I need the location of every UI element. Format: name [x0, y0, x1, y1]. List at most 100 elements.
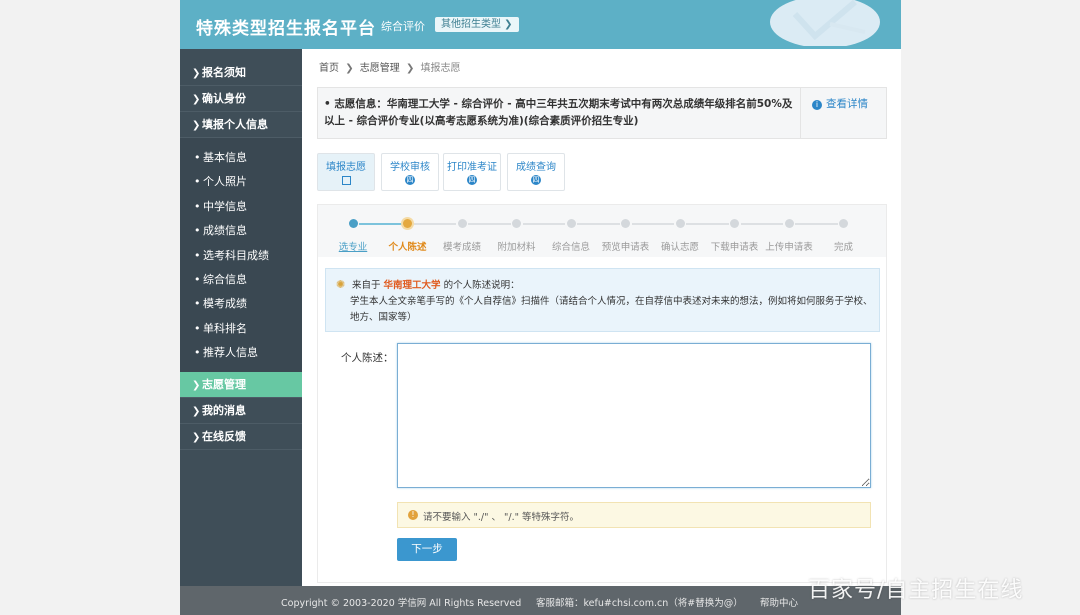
sidebar-subitem-comprehensive[interactable]: • 综合信息 — [180, 268, 302, 292]
sidebar: ❯ 报名须知 ❯ 确认身份 ❯ 填报个人信息 • 基本信息 • 个人照片 • 中学信息 • 成… — [180, 49, 302, 586]
warning-text: 请不要输入 "./" 、 "/." 等特殊字符。 — [423, 512, 579, 523]
chevron-right-icon: ❯ — [192, 431, 201, 443]
header-decoration — [770, 0, 880, 46]
step-label: 下载申请表 — [710, 242, 759, 253]
tab-label: 打印准考证 — [447, 162, 497, 173]
square-icon — [341, 176, 351, 185]
sidebar-item-label: 填报个人信息 — [202, 118, 268, 131]
personal-statement-label: 个人陈述： — [341, 352, 394, 364]
personal-statement-input[interactable] — [397, 343, 871, 488]
main-content: 首页 ❯ 志愿管理 ❯ 填报志愿 • 志愿信息：华南理工大学 - 综合评价 - … — [302, 49, 901, 586]
step-dot — [348, 219, 358, 228]
other-type-button[interactable]: 其他招生类型 ❯ — [435, 17, 519, 32]
sidebar-subitem-label: 单科排名 — [203, 321, 247, 335]
step-connector — [468, 223, 511, 225]
step-dot — [403, 219, 412, 228]
step-dot — [512, 219, 521, 228]
hint-university: 华南理工大学 — [383, 280, 441, 291]
chevron-right-icon: ❯ — [192, 94, 201, 105]
step-dot — [784, 219, 794, 228]
step-label: 预览申请表 — [601, 242, 650, 253]
sidebar-item-notice[interactable]: ❯ 报名须知 — [180, 60, 302, 86]
tab-school-review[interactable]: 学校审核 四 — [381, 153, 439, 191]
sidebar-item-messages[interactable]: ❯ 我的消息 — [180, 398, 302, 424]
sidebar-item-confirm-identity[interactable]: ❯ 确认身份 — [180, 86, 302, 112]
step-dot — [621, 219, 630, 228]
sidebar-subitem-label: 选考科目成绩 — [203, 248, 269, 262]
chevron-right-icon: ❯ — [192, 405, 201, 417]
sidebar-subitem-referrer[interactable]: • 推荐人信息 — [180, 341, 302, 365]
sidebar-subitem-basic-info[interactable]: • 基本信息 — [180, 146, 302, 170]
info-icon: i — [812, 100, 822, 110]
tab-score-query[interactable]: 成绩查询 四 — [507, 153, 565, 191]
step-connector — [795, 223, 838, 225]
sidebar-item-label: 志愿管理 — [202, 377, 246, 391]
step-dot — [675, 219, 685, 228]
step-label: 个人陈述 — [388, 242, 427, 253]
page-frame: 特殊类型招生报名平台 综合评价 其他招生类型 ❯ ❯ 报名须知 ❯ 确认身份 ❯ 填报… — [180, 0, 901, 615]
sidebar-bottom-group: ❯ 志愿管理 ❯ 我的消息 ❯ 在线反馈 — [180, 371, 302, 450]
statement-hint: ✺ 来自于 华南理工大学 的个人陈述说明： 学生本人全文亲笔手写的《个人自荐信》… — [325, 268, 880, 332]
bullet-icon: • — [194, 175, 201, 189]
warning-icon: ! — [408, 510, 418, 520]
step-connector — [740, 223, 783, 225]
breadcrumb-home[interactable]: 首页 — [319, 63, 339, 74]
sidebar-subitem-mock-exam[interactable]: • 模考成绩 — [180, 292, 302, 316]
chevron-right-icon: ❯ — [192, 120, 201, 131]
step-label[interactable]: 选专业 — [339, 239, 368, 253]
hint-suffix: 的个人陈述说明： — [443, 280, 520, 291]
sidebar-item-label: 确认身份 — [202, 92, 246, 105]
chevron-right-icon: ❯ — [192, 68, 201, 79]
hint-prefix: 来自于 — [352, 280, 381, 291]
header-subtitle: 综合评价 — [381, 20, 425, 33]
tab-print-admission[interactable]: 打印准考证 四 — [443, 153, 501, 191]
step-connector — [359, 223, 402, 225]
hint-title: 来自于 华南理工大学 的个人陈述说明： — [352, 277, 520, 291]
step-connector — [686, 223, 729, 225]
sidebar-subitem-label: 综合信息 — [203, 272, 247, 286]
step-dot — [730, 219, 739, 228]
sidebar-subitem-label: 中学信息 — [203, 199, 247, 213]
step-connector — [631, 223, 674, 225]
step-connector — [522, 223, 565, 225]
progress-steps: 选专业 个人陈述 模考成绩 附加材料 综合信息 预览申请表 确认志愿 下载申请表 上传申请表 完成 — [318, 205, 886, 257]
chevron-right-icon: ❯ — [192, 379, 201, 391]
breadcrumb-application-manage[interactable]: 志愿管理 — [360, 63, 400, 74]
step-label: 附加材料 — [497, 242, 536, 253]
sidebar-subnav: • 基本信息 • 个人照片 • 中学信息 • 成绩信息 • 选考科目成绩 • 综合信息 • 模… — [180, 138, 302, 372]
bullet-icon: • — [194, 272, 201, 286]
sidebar-item-label: 报名须知 — [202, 66, 246, 79]
bullet-icon: • — [194, 297, 201, 311]
footer: Copyright © 2003-2020 学信网 All Rights Res… — [180, 586, 901, 615]
footer-help-link[interactable]: 帮助中心 — [760, 595, 798, 609]
sidebar-item-personal-info[interactable]: ❯ 填报个人信息 — [180, 112, 302, 138]
step-dot — [839, 219, 848, 228]
tab-label: 成绩查询 — [516, 162, 556, 173]
view-details-label: 查看详情 — [826, 98, 868, 110]
status-badge-icon: 四 — [531, 175, 541, 185]
chevron-right-icon: ❯ — [405, 63, 415, 74]
site-title: 特殊类型招生报名平台 — [196, 19, 376, 39]
sidebar-subitem-elective-grades[interactable]: • 选考科目成绩 — [180, 244, 302, 268]
status-badge-icon: 四 — [405, 175, 415, 185]
sidebar-subitem-school[interactable]: • 中学信息 — [180, 195, 302, 219]
step-label: 上传申请表 — [765, 242, 813, 253]
application-info-value: 志愿信息：华南理工大学 - 综合评价 - 高中三年共五次期末考试中有两次总成绩年… — [324, 98, 793, 127]
sidebar-subitem-subject-rank[interactable]: • 单科排名 — [180, 317, 302, 341]
sidebar-subitem-label: 模考成绩 — [203, 297, 247, 311]
sidebar-item-feedback[interactable]: ❯ 在线反馈 — [180, 424, 302, 450]
step-connector — [413, 223, 456, 225]
tab-label: 学校审核 — [390, 162, 430, 173]
sidebar-subitem-grades[interactable]: • 成绩信息 — [180, 219, 302, 243]
site-header: 特殊类型招生报名平台 综合评价 其他招生类型 ❯ — [180, 0, 901, 49]
sidebar-subitem-photo[interactable]: • 个人照片 — [180, 170, 302, 194]
next-step-button[interactable]: 下一步 — [397, 538, 457, 561]
tab-fill-application[interactable]: 填报志愿 — [317, 153, 375, 191]
sidebar-subitem-label: 个人照片 — [203, 175, 247, 189]
lightbulb-icon: ✺ — [336, 278, 346, 291]
application-wizard: 选专业 个人陈述 模考成绩 附加材料 综合信息 预览申请表 确认志愿 下载申请表 上传申请表 完成… — [317, 204, 887, 583]
tab-label: 填报志愿 — [326, 162, 366, 173]
view-details-link[interactable]: i 查看详情 — [812, 96, 868, 111]
sidebar-item-application-manage[interactable]: ❯ 志愿管理 — [180, 371, 302, 398]
bullet-icon: • — [324, 98, 331, 110]
